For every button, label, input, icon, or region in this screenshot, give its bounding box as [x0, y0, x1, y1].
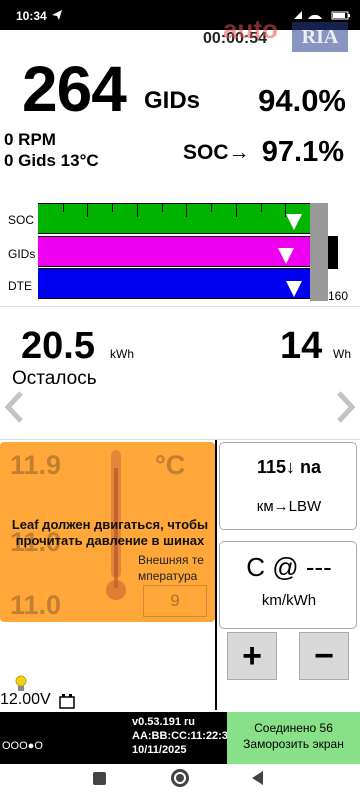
chevron-left-icon[interactable]: [4, 390, 24, 424]
rpm-readout: 0 RPM: [4, 130, 56, 149]
soc-value: 97.1%: [261, 136, 344, 168]
energy-unit: kWh: [110, 347, 134, 361]
divider: [215, 440, 217, 710]
bar-tick: [261, 203, 262, 212]
status-time: 10:34: [16, 9, 47, 23]
bar-label-soc: SOC: [8, 213, 35, 227]
gids-unit: GIDs: [144, 87, 201, 114]
remaining-label: Осталось: [12, 368, 97, 389]
bar-tick: [162, 203, 163, 212]
bar-tick: [63, 203, 64, 212]
consumption-card[interactable]: C @ --- km/kWh: [219, 541, 357, 629]
consumption-value: C @ ---: [246, 552, 332, 582]
gids-marker: [278, 248, 294, 264]
minus-button[interactable]: −: [299, 632, 349, 680]
battery-voltage: 12.00V: [0, 691, 51, 708]
bar-tick: [137, 203, 138, 217]
bar-label-gids: GIDs: [8, 247, 36, 261]
soc-arrow-label: SOC→: [183, 141, 250, 164]
plus-button[interactable]: +: [227, 632, 277, 680]
bar-tick: [87, 203, 88, 217]
wh-unit: Wh: [333, 347, 351, 361]
bar-tick: [186, 203, 187, 217]
gids-temp-readout: 0 Gids 13°C: [4, 151, 99, 170]
bar-tick: [211, 203, 212, 212]
watermark-ria-logo: RIA: [292, 22, 348, 52]
version-line: v0.53.191 ru: [132, 716, 195, 728]
tire-pressure-message: Leaf должен двигаться, чтобы прочитать д…: [11, 517, 209, 548]
soc-marker: [286, 214, 302, 230]
connected-label: Соединено 56: [254, 721, 333, 735]
date-line: 10/11/2025: [132, 744, 187, 756]
gids-value: 264: [22, 53, 127, 125]
telegram-icon: [52, 10, 62, 20]
gids-bar: [38, 236, 310, 267]
bar-label-dte: DTE: [8, 279, 32, 293]
battery-12v-icon: [59, 694, 75, 709]
consumption-unit: km/kWh: [261, 592, 317, 609]
soc-percent: 94.0%: [258, 83, 346, 118]
dte-marker: [286, 281, 302, 297]
page-indicator[interactable]: OOO●O: [2, 740, 43, 752]
watermark-logo: auto: [223, 14, 278, 44]
freeze-label: Заморозить экран: [243, 737, 344, 751]
signal-wifi-battery-icons: [294, 11, 350, 20]
bar-scale-max: 160: [328, 289, 349, 303]
wh-value: 14: [280, 325, 323, 367]
bar-tick: [112, 203, 113, 212]
version-info: v0.53.191 ru AA:BB:CC:11:22:33 10/11/202…: [132, 715, 234, 757]
range-card[interactable]: 115↓ na км→LBW: [219, 442, 357, 530]
mac-line: AA:BB:CC:11:22:33: [132, 730, 235, 742]
dte-bar: [38, 268, 310, 299]
back-icon[interactable]: [252, 771, 263, 785]
energy-remaining-value: 20.5: [21, 325, 95, 367]
external-temp-label: Внешняя те мпература: [138, 553, 204, 583]
temp-bottom-value: 11.0: [10, 590, 62, 620]
range-value: 115↓ na: [256, 457, 322, 477]
home-icon-dot: [176, 774, 184, 782]
external-temp-value: 9: [143, 585, 207, 617]
temp-unit: °C: [155, 450, 186, 480]
bar-capacity-end: [310, 203, 328, 301]
soc-bar: [38, 203, 310, 234]
recents-icon[interactable]: [93, 772, 106, 785]
range-unit: км→LBW: [256, 498, 322, 515]
connection-freeze-button[interactable]: Соединено 56 Заморозить экран: [227, 712, 360, 764]
bar-tick: [236, 203, 237, 217]
chevron-right-icon[interactable]: [336, 390, 356, 424]
battery-terminal: [328, 236, 338, 269]
temp-top-value: 11.9: [10, 450, 62, 480]
